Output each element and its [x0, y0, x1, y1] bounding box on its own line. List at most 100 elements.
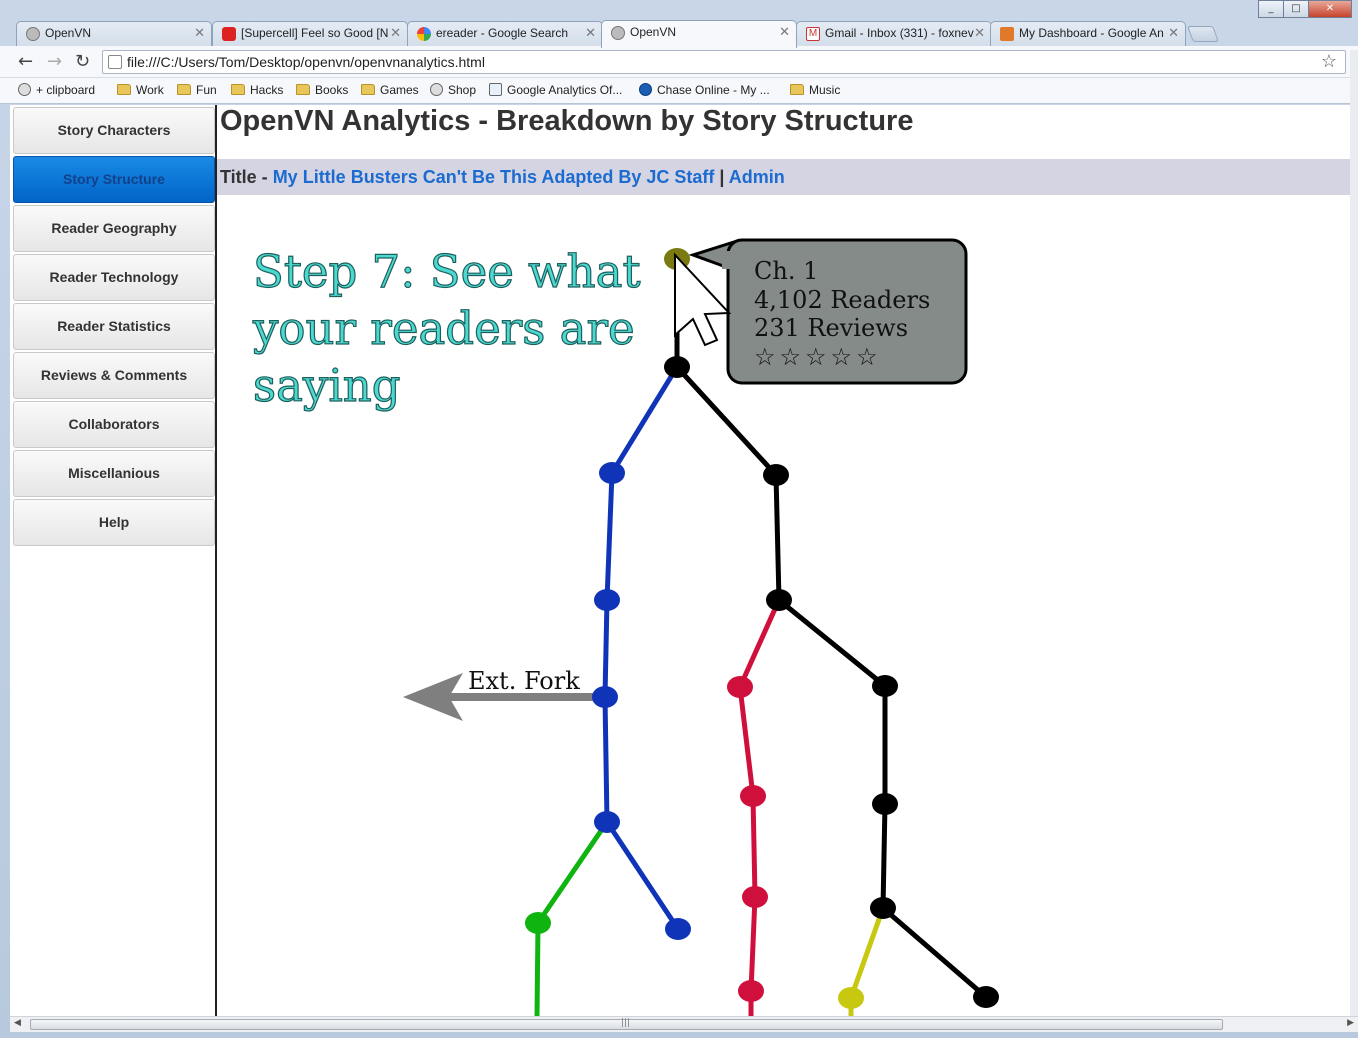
page-icon [108, 55, 122, 69]
admin-link[interactable]: Admin [729, 167, 785, 187]
bookmark-star-icon[interactable]: ☆ [1321, 50, 1337, 72]
address-bar[interactable]: file:///C:/Users/Tom/Desktop/openvn/open… [102, 50, 1346, 74]
minimize-button[interactable]: _ [1258, 0, 1284, 18]
chapter-node[interactable] [870, 897, 896, 919]
tab-openvn-active[interactable]: OpenVN ✕ [601, 20, 797, 48]
tab-openvn-1[interactable]: OpenVN ✕ [16, 21, 212, 47]
horizontal-scrollbar[interactable]: ◀ ||| ▶ [10, 1016, 1358, 1032]
sidebar-item-help[interactable]: Help [13, 499, 215, 546]
back-icon[interactable]: ← [18, 51, 33, 72]
tooltip-reviews: 231 Reviews [754, 314, 908, 342]
chapter-node[interactable] [665, 918, 691, 940]
sidebar-item-reader-geography[interactable]: Reader Geography [13, 205, 215, 252]
browser-toolbar: ← → ↻ file:///C:/Users/Tom/Desktop/openv… [0, 46, 1358, 78]
bookmark-clipboard[interactable]: + clipboard [18, 83, 95, 97]
bookmark-music[interactable]: Music [790, 83, 840, 97]
browser-window: _ □ ✕ OpenVN ✕ [Supercell] Feel so Good … [0, 0, 1358, 1038]
globe-icon [18, 83, 31, 96]
tree-edge [604, 470, 615, 603]
tab-label: ereader - Google Search [436, 26, 569, 40]
bookmark-games[interactable]: Games [361, 83, 419, 97]
globe-icon [26, 27, 40, 41]
mouse-cursor-icon [674, 252, 732, 347]
tab-ereader-search[interactable]: ereader - Google Search ✕ [407, 21, 603, 47]
close-icon[interactable]: ✕ [390, 25, 401, 41]
bookmark-work[interactable]: Work [117, 83, 164, 97]
tab-analytics-dashboard[interactable]: My Dashboard - Google An ✕ [990, 21, 1186, 47]
sidebar-item-reviews-comments[interactable]: Reviews & Comments [13, 352, 215, 399]
close-window-button[interactable]: ✕ [1308, 0, 1352, 18]
chapter-node[interactable] [766, 589, 792, 611]
sidebar-item-reader-statistics[interactable]: Reader Statistics [13, 303, 215, 350]
folder-icon [296, 84, 310, 95]
analytics-icon [1000, 27, 1014, 41]
tree-edge [776, 597, 888, 689]
chapter-node[interactable] [599, 462, 625, 484]
chapter-node[interactable] [973, 986, 999, 1008]
analytics-icon [489, 83, 502, 96]
title-prefix: Title - [220, 167, 268, 187]
close-icon[interactable]: ✕ [585, 25, 596, 41]
bookmark-fun[interactable]: Fun [177, 83, 217, 97]
vertical-scrollbar[interactable] [1350, 50, 1358, 1016]
forward-icon[interactable]: → [47, 51, 62, 72]
globe-icon [611, 26, 625, 40]
close-icon[interactable]: ✕ [974, 25, 985, 41]
step-caption-line: your readers are [252, 302, 635, 355]
chapter-node[interactable] [727, 676, 753, 698]
chapter-node[interactable] [738, 980, 764, 1002]
tab-label: OpenVN [630, 25, 677, 39]
chapter-node[interactable] [763, 464, 789, 486]
folder-icon [790, 84, 804, 95]
reload-icon[interactable]: ↻ [75, 51, 90, 72]
tooltip-readers: 4,102 Readers [754, 286, 930, 314]
tab-gmail[interactable]: M Gmail - Inbox (331) - foxnev ✕ [796, 21, 992, 47]
scroll-left-icon[interactable]: ◀ [14, 1018, 21, 1028]
chase-icon [639, 83, 652, 96]
sidebar-item-miscellanious[interactable]: Miscellanious [13, 450, 215, 497]
story-structure-diagram: Step 7: See what your readers are saying [251, 238, 999, 1016]
chapter-node[interactable] [872, 793, 898, 815]
chapter-node[interactable] [592, 686, 618, 708]
new-tab-button[interactable] [1187, 26, 1219, 42]
tree-edge [773, 472, 782, 603]
scrollbar-thumb[interactable]: ||| [30, 1018, 1223, 1030]
folder-icon [177, 84, 191, 95]
sidebar-item-reader-technology[interactable]: Reader Technology [13, 254, 215, 301]
chapter-node[interactable] [525, 912, 551, 934]
close-icon[interactable]: ✕ [1168, 25, 1179, 41]
youtube-icon [222, 27, 236, 41]
tooltip-chapter: Ch. 1 [754, 257, 818, 285]
sidebar-item-collaborators[interactable]: Collaborators [13, 401, 215, 448]
chapter-node[interactable] [838, 987, 864, 1009]
close-icon[interactable]: ✕ [194, 25, 205, 41]
globe-icon [430, 83, 443, 96]
gmail-icon: M [806, 27, 820, 41]
chapter-node[interactable] [872, 675, 898, 697]
bookmark-hacks[interactable]: Hacks [231, 83, 283, 97]
bookmark-label: Games [380, 83, 419, 97]
bookmark-books[interactable]: Books [296, 83, 348, 97]
chapter-node[interactable] [740, 785, 766, 807]
chapter-node[interactable] [594, 589, 620, 611]
scroll-right-icon[interactable]: ▶ [1347, 1018, 1354, 1028]
maximize-button[interactable]: □ [1283, 0, 1309, 18]
sidebar: Story Characters Story Structure Reader … [10, 105, 217, 1016]
tab-supercell[interactable]: [Supercell] Feel so Good [N ✕ [212, 21, 408, 47]
chapter-node[interactable] [664, 356, 690, 378]
tree-edge [848, 905, 886, 1001]
chapter-node[interactable] [742, 886, 768, 908]
bookmark-google-analytics[interactable]: Google Analytics Of... [489, 83, 622, 97]
story-title-bar: Title - My Little Busters Can't Be This … [217, 159, 1358, 195]
bookmark-chase[interactable]: Chase Online - My ... [639, 83, 770, 97]
close-icon[interactable]: ✕ [779, 24, 790, 40]
bookmark-label: Music [809, 83, 841, 97]
sidebar-item-story-characters[interactable]: Story Characters [13, 107, 215, 154]
sidebar-item-story-structure[interactable]: Story Structure [13, 156, 215, 203]
story-title-link[interactable]: My Little Busters Can't Be This Adapted … [273, 167, 715, 187]
chapter-node[interactable] [594, 811, 620, 833]
folder-icon [361, 84, 375, 95]
bookmark-shop[interactable]: Shop [430, 83, 476, 97]
tree-edge [880, 905, 989, 1000]
step-caption-line: saying [253, 359, 401, 412]
